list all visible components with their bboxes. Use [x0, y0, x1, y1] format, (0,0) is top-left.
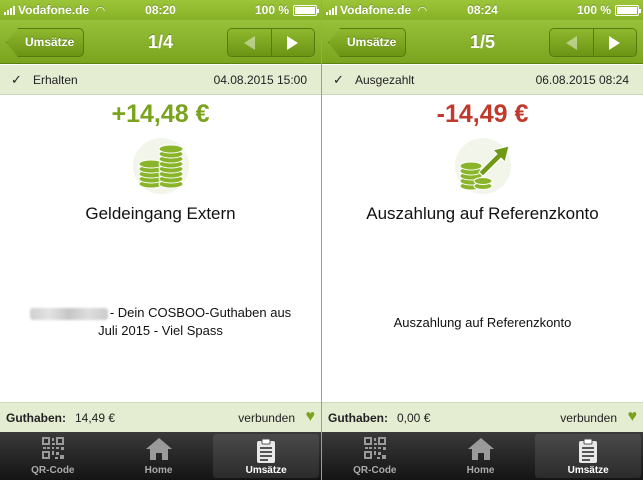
transaction-status-row: ✓ Ausgezahlt 06.08.2015 08:24	[322, 65, 643, 95]
redacted-text	[29, 307, 108, 320]
checkmark-icon: ✓	[333, 72, 344, 87]
transaction-datetime: 04.08.2015 15:00	[213, 73, 307, 87]
qr-code-icon	[0, 436, 106, 462]
tab-bar: QR-Code Home Umsätze	[0, 432, 321, 480]
tab-umsatze[interactable]: Umsätze	[535, 434, 642, 478]
transaction-title: Geldeingang Extern	[85, 204, 236, 223]
connection-status: verbunden	[560, 411, 617, 425]
prev-button[interactable]	[550, 29, 593, 56]
transaction-title: Auszahlung auf Referenzkonto	[366, 204, 599, 223]
battery-indicator: 100 %	[254, 3, 319, 17]
qr-code-icon	[322, 436, 428, 462]
nav-bar: Umsätze 1/5	[322, 20, 643, 64]
transaction-description: - Dein COSBOO-Guthaben aus Juli 2015 - V…	[10, 304, 311, 340]
tab-label: QR-Code	[31, 465, 75, 476]
transaction-status: Ausgezahlt	[355, 73, 415, 87]
arrow-left-icon	[243, 35, 255, 50]
tab-qr-code[interactable]: QR-Code	[0, 432, 106, 480]
transaction-amount: -14,49 €	[436, 100, 529, 128]
home-icon	[428, 436, 534, 462]
description-line-1: Auszahlung auf Referenzkonto	[393, 315, 572, 330]
battery-icon	[293, 4, 319, 16]
balance-value: 14,49 €	[75, 411, 116, 425]
balance-bar: Guthaben: 14,49 € verbunden ♥	[0, 402, 321, 432]
clipboard-icon	[213, 438, 319, 464]
tab-label: Home	[466, 465, 495, 476]
description-line-1: - Dein COSBOO-Guthaben aus	[109, 305, 292, 320]
description-line-2: Juli 2015 - Viel Spass	[98, 323, 223, 338]
balance-value: 0,00 €	[397, 411, 431, 425]
checkmark-icon: ✓	[11, 72, 22, 87]
battery-fill	[295, 6, 315, 14]
coins-payout-arrow-icon	[322, 138, 643, 194]
tab-home[interactable]: Home	[428, 432, 534, 480]
transaction-status: Erhalten	[33, 73, 78, 87]
arrow-left-icon	[565, 35, 577, 50]
transaction-status-row: ✓ Erhalten 04.08.2015 15:00	[0, 65, 321, 95]
tab-label: QR-Code	[353, 465, 397, 476]
tab-label: Umsätze	[567, 465, 609, 476]
nav-bar: Umsätze 1/4	[0, 20, 321, 64]
prev-next-control	[227, 28, 315, 57]
tab-label: Umsätze	[245, 465, 287, 476]
transaction-description: Auszahlung auf Referenzkonto	[332, 314, 633, 332]
arrow-right-icon	[287, 35, 299, 50]
coin-stack-icon	[0, 138, 321, 194]
phone-screen-2: Vodafone.de ◠ 08:24 100 % Umsätze 1/5 ✓ …	[322, 0, 643, 480]
prev-button[interactable]	[228, 29, 271, 56]
status-bar: Vodafone.de ◠ 08:20 100 %	[0, 0, 321, 20]
home-icon	[106, 436, 212, 462]
status-bar: Vodafone.de ◠ 08:24 100 %	[322, 0, 643, 20]
connection-status: verbunden	[238, 411, 295, 425]
battery-indicator: 100 %	[576, 3, 641, 17]
tab-bar: QR-Code Home Umsätze	[322, 432, 643, 480]
next-button[interactable]	[592, 29, 636, 56]
clipboard-icon	[535, 438, 641, 464]
phone-screen-1: Vodafone.de ◠ 08:20 100 % Umsätze 1/4 ✓ …	[0, 0, 321, 480]
next-button[interactable]	[270, 29, 314, 56]
arrow-right-icon	[609, 35, 621, 50]
tab-home[interactable]: Home	[106, 432, 212, 480]
balance-label: Guthaben:	[328, 411, 388, 425]
balance-bar: Guthaben: 0,00 € verbunden ♥	[322, 402, 643, 432]
battery-percent: 100 %	[576, 3, 611, 17]
battery-icon	[615, 4, 641, 16]
battery-percent: 100 %	[254, 3, 289, 17]
heart-icon: ♥	[627, 408, 638, 425]
prev-next-control	[549, 28, 637, 57]
transaction-datetime: 06.08.2015 08:24	[535, 73, 629, 87]
heart-icon: ♥	[305, 408, 316, 425]
tab-umsatze[interactable]: Umsätze	[213, 434, 320, 478]
battery-fill	[617, 6, 637, 14]
transaction-amount: +14,48 €	[111, 100, 210, 128]
tab-label: Home	[144, 465, 173, 476]
tab-qr-code[interactable]: QR-Code	[322, 432, 428, 480]
balance-label: Guthaben:	[6, 411, 66, 425]
